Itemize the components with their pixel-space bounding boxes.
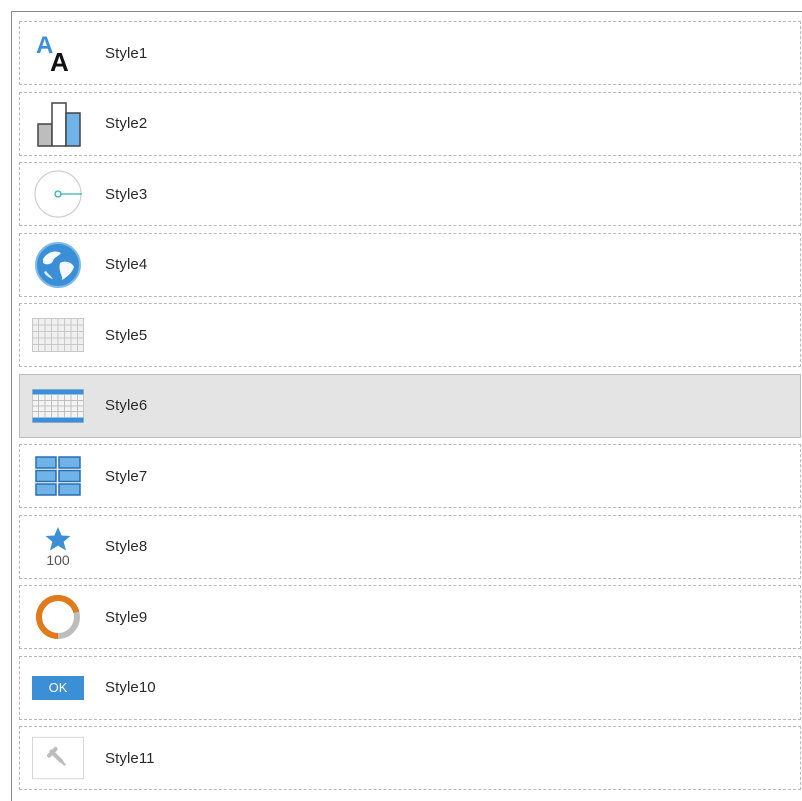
style-item-10[interactable]: OK Style10	[19, 655, 801, 720]
style-item-label: Style11	[105, 749, 155, 767]
style-panel: A A Style1 Style2 Style3 Style4 Style5 S…	[11, 11, 802, 801]
hammer-icon	[32, 734, 84, 782]
style-item-label: Style10	[105, 679, 156, 696]
blue-header-grid-icon	[32, 382, 84, 430]
ok-button-icon: OK	[32, 664, 84, 712]
style-item-label: Style1	[105, 44, 148, 62]
style-item-label: Style5	[105, 326, 148, 344]
svg-text:A: A	[50, 47, 69, 75]
style-item-4[interactable]: Style4	[19, 232, 801, 297]
style-item-7[interactable]: Style7	[19, 444, 801, 508]
style-list: A A Style1 Style2 Style3 Style4 Style5 S…	[19, 21, 801, 797]
style-item-label: Style8	[105, 538, 148, 555]
radius-dial-icon	[32, 170, 84, 218]
globe-icon	[32, 241, 84, 289]
style-item-label: Style9	[105, 608, 148, 626]
gray-grid-icon	[32, 311, 84, 359]
style-item-label: Style7	[105, 467, 148, 485]
bar-chart-icon	[32, 100, 84, 148]
font-size-icon: A A	[32, 29, 84, 77]
style-item-2[interactable]: Style2	[19, 91, 801, 156]
style-item-label: Style2	[105, 115, 148, 132]
style-item-label: Style3	[105, 185, 148, 203]
style-item-label: Style4	[105, 256, 148, 273]
star-rating-icon: 100	[32, 523, 84, 571]
style-item-9[interactable]: Style9	[19, 585, 801, 649]
style-item-1[interactable]: A A Style1	[19, 21, 801, 85]
star-icon	[45, 526, 71, 550]
ok-button-preview: OK	[32, 675, 84, 700]
style-item-8[interactable]: 100 Style8	[19, 514, 801, 579]
style-item-label: Style6	[105, 397, 148, 414]
rating-value: 100	[46, 551, 70, 568]
style-item-6[interactable]: Style6	[19, 373, 801, 438]
progress-ring-icon	[32, 593, 84, 641]
style-item-5[interactable]: Style5	[19, 303, 801, 367]
tiles-icon	[32, 452, 84, 500]
style-item-11[interactable]: Style11	[19, 726, 801, 790]
style-item-3[interactable]: Style3	[19, 162, 801, 226]
